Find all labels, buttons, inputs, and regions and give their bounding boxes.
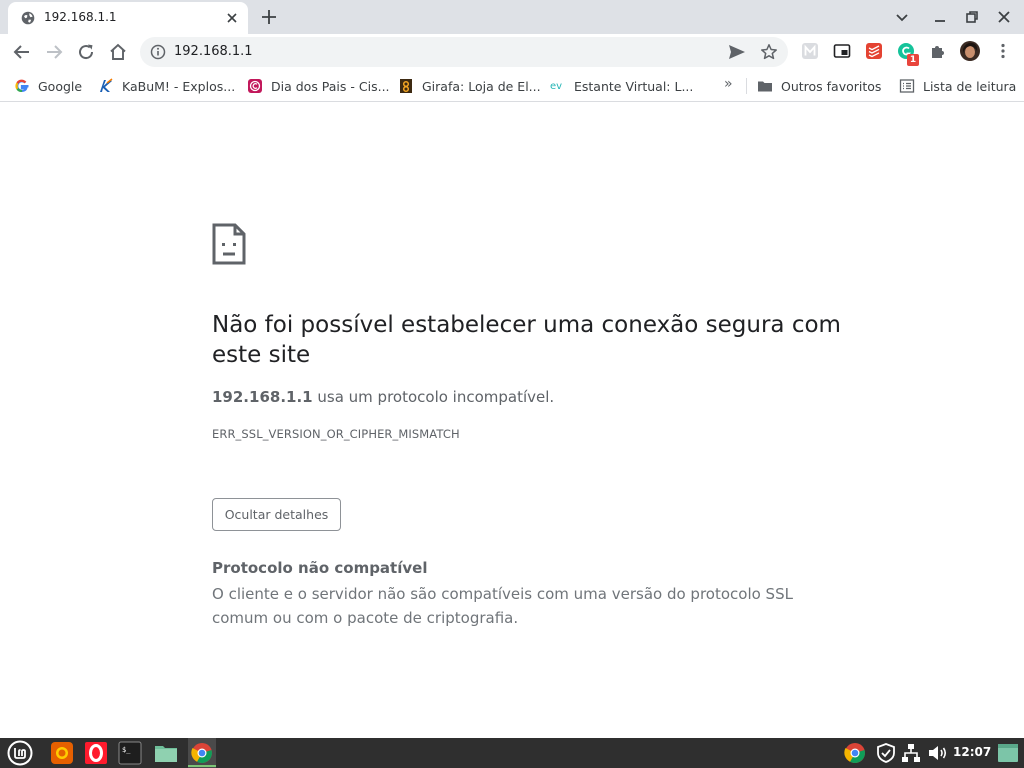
error-description: 192.168.1.1 usa um protocolo incompatíve…: [212, 388, 554, 406]
clock[interactable]: 12:07: [953, 745, 991, 759]
bookmark-label: Outros favoritos: [781, 78, 882, 94]
cissa-icon: [248, 79, 262, 93]
home-icon[interactable]: [108, 42, 128, 62]
close-window-icon[interactable]: [996, 9, 1012, 25]
linux-mint-menu-icon[interactable]: [7, 740, 33, 766]
reading-list-button[interactable]: Lista de leitura: [899, 77, 1016, 95]
terminal-icon[interactable]: $_: [118, 741, 142, 765]
bookmarks-bar: Google KaBuM! - Explos... Dia dos Pais -…: [0, 70, 1024, 102]
volume-icon[interactable]: [925, 741, 949, 765]
error-page: Não foi possível estabelecer uma conexão…: [0, 103, 1024, 738]
picture-in-picture-icon[interactable]: [833, 42, 851, 60]
back-icon[interactable]: [12, 42, 32, 62]
new-tab-icon[interactable]: [260, 8, 278, 26]
todoist-icon[interactable]: [865, 42, 883, 60]
shield-icon[interactable]: [874, 741, 898, 765]
error-host: 192.168.1.1: [212, 388, 313, 406]
kabum-icon: [100, 78, 113, 92]
bookmark-label: Lista de leitura: [923, 78, 1017, 94]
active-app-underline: [188, 765, 216, 767]
error-code: ERR_SSL_VERSION_OR_CIPHER_MISMATCH: [212, 427, 460, 441]
files-icon[interactable]: [154, 741, 178, 765]
estante-virtual-icon: ev: [550, 81, 562, 92]
bookmarks-divider: [746, 78, 747, 94]
tab-strip: 192.168.1.1: [0, 0, 1024, 34]
hide-details-button[interactable]: Ocultar detalhes: [212, 498, 341, 531]
tab-title: 192.168.1.1: [44, 10, 117, 24]
more-bookmarks-chevron[interactable]: »: [724, 76, 733, 92]
info-icon[interactable]: [150, 44, 166, 60]
bookmark-label: Dia dos Pais - Cis...: [271, 78, 390, 94]
details-title: Protocolo não compatível: [212, 559, 428, 577]
extension-badge: 1: [907, 54, 919, 66]
show-desktop-icon[interactable]: [996, 741, 1020, 765]
bookmark-folder-outros[interactable]: Outros favoritos: [757, 77, 881, 95]
chrome-tray-icon[interactable]: [843, 741, 867, 765]
opera-icon[interactable]: [84, 741, 108, 765]
bookmark-dia-dos-pais[interactable]: Dia dos Pais - Cis...: [247, 77, 390, 95]
network-icon[interactable]: [899, 741, 923, 765]
bookmark-star-icon[interactable]: [760, 43, 778, 61]
error-description-text: usa um protocolo incompatível.: [317, 388, 555, 406]
browser-toolbar: 192.168.1.1 1: [0, 34, 1024, 70]
bookmark-label: Estante Virtual: L...: [574, 78, 694, 94]
send-tab-icon[interactable]: [728, 44, 746, 60]
taskbar: $_ 12:07: [0, 738, 1024, 768]
bookmark-google[interactable]: Google: [14, 77, 82, 95]
folder-icon: [758, 81, 772, 92]
chevron-down-icon[interactable]: [894, 9, 910, 25]
forward-icon[interactable]: [44, 42, 64, 62]
bookmark-estante-virtual[interactable]: ev Estante Virtual: L...: [550, 77, 693, 95]
svg-text:ev: ev: [550, 81, 562, 92]
girafa-icon: [400, 79, 412, 93]
globe-icon: [21, 11, 35, 25]
browser-tab[interactable]: 192.168.1.1: [8, 2, 248, 34]
bookmark-label: Girafa: Loja de El...: [422, 78, 541, 94]
google-icon: [15, 79, 29, 92]
bookmark-kabum[interactable]: KaBuM! - Explos...: [98, 77, 235, 95]
error-title: Não foi possível estabelecer uma conexão…: [212, 312, 841, 368]
menu-dots-icon[interactable]: [994, 42, 1012, 60]
reading-list-icon: [899, 79, 915, 93]
extension-m-icon[interactable]: [801, 42, 819, 60]
svg-text:$_: $_: [122, 746, 131, 754]
broken-page-icon: [212, 223, 246, 265]
reload-icon[interactable]: [76, 42, 96, 62]
avatar[interactable]: [960, 41, 980, 61]
restore-icon[interactable]: [964, 9, 980, 25]
puzzle-icon[interactable]: [929, 42, 947, 60]
firefox-icon[interactable]: [50, 741, 74, 765]
close-icon[interactable]: [224, 10, 240, 26]
chrome-taskbar-icon[interactable]: [190, 741, 214, 765]
minimize-icon[interactable]: [932, 9, 948, 25]
bookmark-girafa[interactable]: Girafa: Loja de El...: [398, 77, 541, 95]
url-text[interactable]: 192.168.1.1: [174, 44, 253, 59]
details-text: O cliente e o servidor não são compatíve…: [212, 585, 793, 627]
bookmark-label: Google: [38, 78, 83, 94]
bookmark-label: KaBuM! - Explos...: [122, 78, 236, 94]
address-bar[interactable]: 192.168.1.1: [140, 37, 788, 67]
